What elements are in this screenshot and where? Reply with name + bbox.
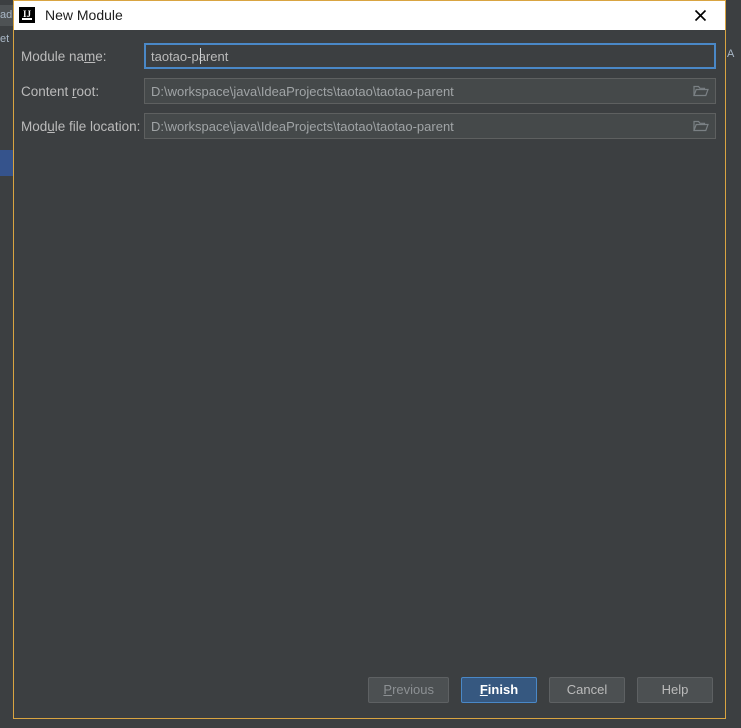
folder-icon[interactable] — [693, 84, 709, 98]
finish-button[interactable]: Finish — [461, 677, 537, 703]
background-right-label: A — [727, 48, 735, 60]
form-row-content-root: Content root: — [14, 78, 725, 104]
background-tab-2: et — [0, 30, 13, 48]
module-name-input-wrap — [144, 43, 716, 69]
background-selected-row — [0, 150, 13, 176]
form-row-module-file-location: Module file location: — [14, 113, 725, 139]
content-root-input[interactable] — [144, 78, 716, 104]
dialog-body: Module name: Content root: Module f — [14, 30, 725, 662]
new-module-dialog: IJ New Module Module name: Content root: — [13, 0, 726, 719]
dialog-button-bar: Previous Finish Cancel Help — [14, 662, 725, 718]
text-caret — [200, 48, 201, 64]
content-root-input-wrap — [144, 78, 716, 104]
close-icon[interactable] — [683, 1, 717, 30]
previous-button[interactable]: Previous — [368, 677, 449, 703]
module-file-location-input[interactable] — [144, 113, 716, 139]
help-button[interactable]: Help — [637, 677, 713, 703]
cancel-button[interactable]: Cancel — [549, 677, 625, 703]
folder-icon[interactable] — [693, 119, 709, 133]
content-root-label: Content root: — [21, 83, 100, 99]
app-icon-underline — [22, 18, 32, 20]
module-name-label: Module name: — [21, 48, 107, 64]
dialog-title-bar: IJ New Module — [14, 0, 725, 30]
dialog-title: New Module — [45, 7, 123, 23]
intellij-idea-icon: IJ — [19, 7, 35, 23]
module-file-location-label: Module file location: — [21, 118, 141, 134]
background-right-strip: A — [726, 0, 741, 728]
module-file-location-input-wrap — [144, 113, 716, 139]
background-tab-1: ad — [0, 5, 13, 26]
module-name-input[interactable] — [144, 43, 716, 69]
form-row-module-name: Module name: — [14, 43, 725, 69]
background-left-strip: ad et — [0, 0, 13, 728]
